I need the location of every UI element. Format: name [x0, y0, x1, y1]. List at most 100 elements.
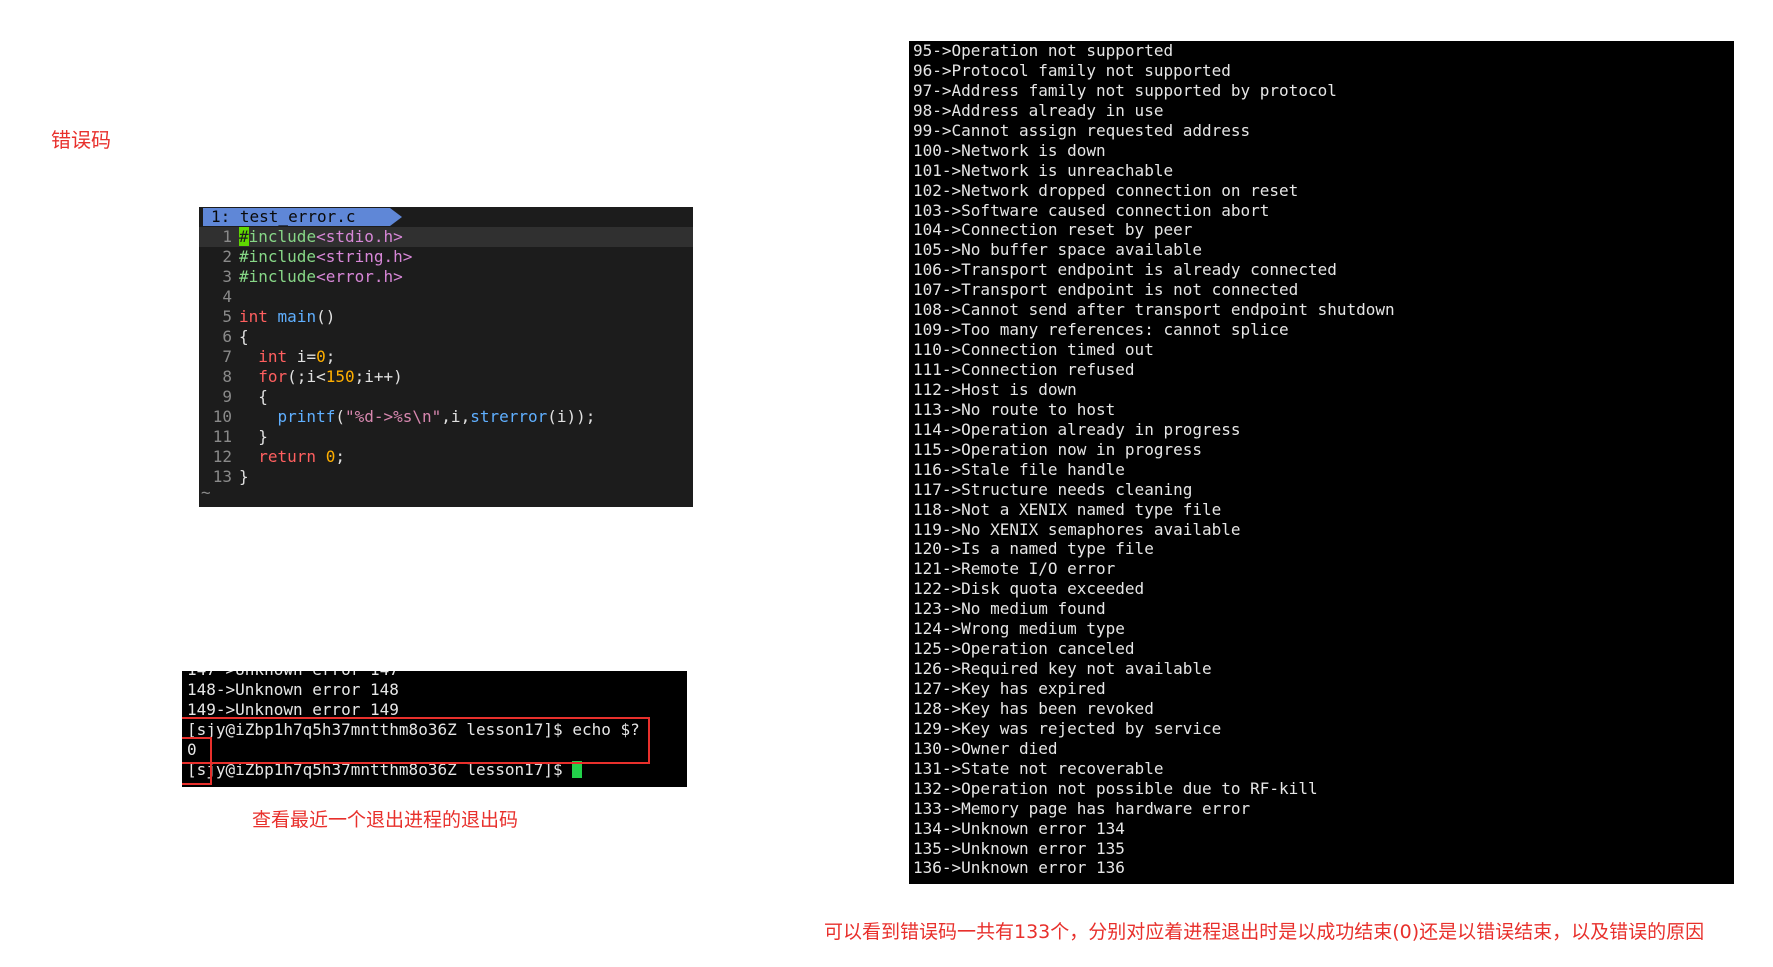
error-list-row: 129->Key was rejected by service	[913, 718, 1222, 738]
error-list-row: 134->Unknown error 134	[913, 818, 1125, 838]
code-token: "%d->%s\n"	[344, 407, 442, 426]
code-token: 0	[325, 447, 336, 466]
code-token: ,i,	[441, 407, 471, 426]
error-list-row: 125->Operation canceled	[913, 639, 1135, 659]
error-list-row: 107->Transport endpoint is not connected	[913, 280, 1299, 300]
code-line[interactable]: 6{	[199, 327, 693, 347]
error-list-row: 100->Network is down	[913, 140, 1106, 160]
error-list-row: 113->No route to host	[913, 399, 1116, 419]
line-number: 4	[222, 287, 232, 306]
code-token: 150	[325, 367, 355, 386]
editor-tabline: 1: test_error.c	[199, 207, 693, 227]
code-token: int	[258, 347, 288, 366]
code-line[interactable]: 4	[199, 287, 693, 307]
code-line[interactable]: 5 int main()	[199, 307, 693, 327]
code-line[interactable]: 3 #include<error.h>	[199, 267, 693, 287]
code-line[interactable]: 1 #include<stdio.h>	[199, 227, 693, 247]
code-token: ;i++)	[354, 367, 403, 386]
error-list-row: 116->Stale file handle	[913, 459, 1125, 479]
code-token: }	[239, 467, 249, 486]
error-list-row: 124->Wrong medium type	[913, 619, 1125, 639]
code-token: include	[248, 227, 317, 246]
code-token: <error.h>	[316, 267, 403, 286]
error-list-row: 104->Connection reset by peer	[913, 220, 1193, 240]
code-token: ;	[325, 347, 336, 366]
line-number: 8	[222, 367, 232, 386]
line-number: 9	[222, 387, 232, 406]
code-token: }	[239, 427, 268, 446]
error-list-row: 120->Is a named type file	[913, 539, 1154, 559]
line-number: 1	[222, 227, 232, 246]
error-list-row: 136->Unknown error 136	[913, 858, 1125, 878]
code-token: (;i<	[287, 367, 326, 386]
code-line[interactable]: 12 return 0;	[199, 447, 693, 467]
code-token: main	[277, 307, 317, 326]
code-token: {	[239, 387, 268, 406]
code-line[interactable]: 10 printf("%d->%s\n",i,strerror(i));	[199, 407, 693, 427]
code-token: ;	[335, 447, 345, 466]
editor-cursor: #	[239, 227, 249, 246]
shell-terminal-screenshot: 147->Unknown error 147 148->Unknown erro…	[182, 671, 687, 787]
line-number: 13	[212, 467, 232, 486]
code-token: #include	[239, 247, 317, 266]
code-token: (	[335, 407, 345, 426]
highlight-box-command	[182, 717, 650, 764]
error-list-row: 114->Operation already in progress	[913, 419, 1241, 439]
code-token: <string.h>	[316, 247, 413, 266]
error-list-row: 117->Structure needs cleaning	[913, 479, 1193, 499]
line-number: 3	[222, 267, 232, 286]
error-list-row: 98->Address already in use	[913, 100, 1164, 120]
code-line[interactable]: 13}	[199, 467, 693, 487]
error-list-row: 106->Transport endpoint is already conne…	[913, 260, 1337, 280]
code-token: #include	[239, 267, 317, 286]
code-token: <stdio.h>	[316, 227, 403, 246]
editor-code-area[interactable]: 1 #include<stdio.h> 2 #include<string.h> 3 #i…	[199, 227, 693, 487]
code-token: (i));	[547, 407, 596, 426]
code-token: printf	[277, 407, 336, 426]
line-number: 6	[222, 327, 232, 346]
error-list-row: 118->Not a XENIX named type file	[913, 499, 1222, 519]
code-line[interactable]: 7 int i=0;	[199, 347, 693, 367]
line-number: 5	[222, 307, 232, 326]
code-line[interactable]: 9 {	[199, 387, 693, 407]
code-token: int	[239, 307, 268, 326]
error-list-row: 110->Connection timed out	[913, 340, 1154, 360]
heading-error-codes: 错误码	[51, 128, 111, 152]
code-token: {	[239, 327, 249, 346]
code-line[interactable]: 8 for(;i<150;i++)	[199, 367, 693, 387]
error-list-row: 109->Too many references: cannot splice	[913, 320, 1289, 340]
error-list-row: 122->Disk quota exceeded	[913, 579, 1145, 599]
error-list-row: 132->Operation not possible due to RF-ki…	[913, 778, 1318, 798]
code-line[interactable]: 2 #include<string.h>	[199, 247, 693, 267]
line-number: 2	[222, 247, 232, 266]
error-list-row: 126->Required key not available	[913, 659, 1212, 679]
error-list-row: 101->Network is unreachable	[913, 160, 1174, 180]
error-list-row: 99->Cannot assign requested address	[913, 120, 1251, 140]
error-list-row: 127->Key has expired	[913, 679, 1106, 698]
error-list-row: 133->Memory page has hardware error	[913, 798, 1251, 818]
error-list-row: 108->Cannot send after transport endpoin…	[913, 300, 1395, 320]
code-token: ()	[316, 307, 336, 326]
vim-editor-screenshot: 1: test_error.c 1 #include<stdio.h> 2 #incl…	[199, 207, 693, 507]
caption-exit-code: 查看最近一个退出进程的退出码	[252, 809, 519, 831]
error-list-row: 128->Key has been revoked	[913, 698, 1154, 718]
error-list-row: 105->No buffer space available	[913, 240, 1202, 260]
highlight-box-exit-code	[182, 737, 212, 785]
code-token: return	[258, 447, 317, 466]
editor-tab[interactable]: 1: test_error.c	[203, 208, 401, 226]
caption-error-summary: 可以看到错误码一共有133个，分别对应着进程退出时是以成功结束(0)还是以错误结…	[824, 921, 1705, 943]
terminal-line: 148->Unknown error 148	[187, 680, 399, 699]
code-token: for	[258, 367, 288, 386]
error-list-row: 96->Protocol family not supported	[913, 60, 1231, 80]
error-list-row: 103->Software caused connection abort	[913, 200, 1270, 220]
error-list-row: 97->Address family not supported by prot…	[913, 80, 1337, 100]
error-list-row: 119->No XENIX semaphores available	[913, 519, 1241, 539]
error-list-row: 102->Network dropped connection on reset	[913, 180, 1299, 200]
line-number: 11	[212, 427, 232, 446]
code-line[interactable]: 11 }	[199, 427, 693, 447]
code-token: strerror	[470, 407, 548, 426]
error-list-row: 131->State not recoverable	[913, 758, 1164, 778]
